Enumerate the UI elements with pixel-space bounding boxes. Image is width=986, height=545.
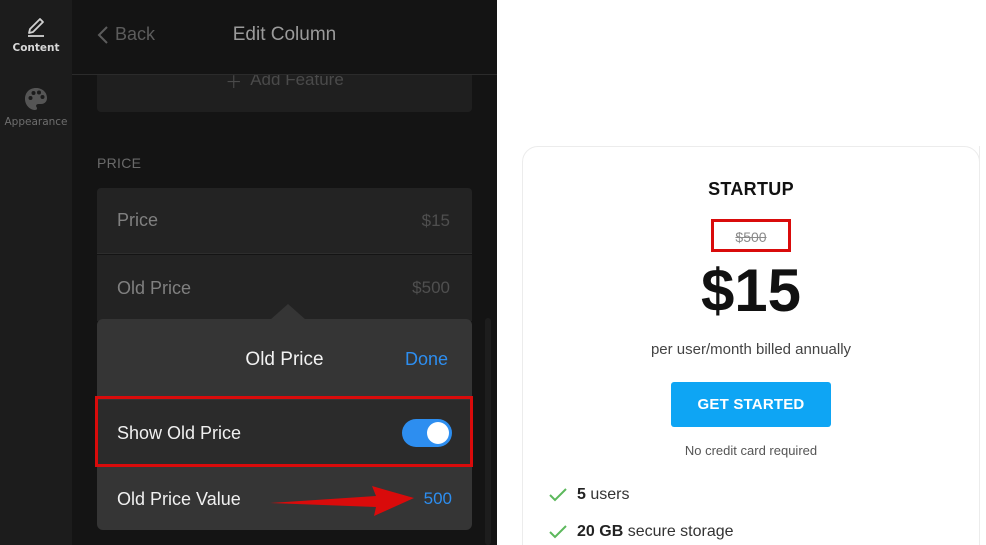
toggle-knob xyxy=(427,422,449,444)
field-value: $500 xyxy=(412,278,450,297)
old-price-value-label: Old Price Value xyxy=(117,488,241,509)
section-label-price: PRICE xyxy=(97,155,142,171)
field-row-price[interactable]: Price $15 xyxy=(97,188,472,254)
feature-item: 20 GB secure storage xyxy=(549,523,734,541)
check-icon xyxy=(549,525,567,539)
check-icon xyxy=(549,488,567,502)
sidebar-item-appearance[interactable]: Appearance xyxy=(0,86,72,128)
field-label: Price xyxy=(117,210,159,230)
field-value: $15 xyxy=(421,210,450,230)
feature-text: 20 GB secure storage xyxy=(577,523,734,541)
show-old-price-label: Show Old Price xyxy=(117,422,242,443)
sidebar-rail: Content Appearance xyxy=(0,0,72,545)
get-started-button[interactable]: GET STARTED xyxy=(671,382,831,427)
feature-value: 5 xyxy=(577,486,586,503)
feature-desc: users xyxy=(590,486,630,503)
feature-item: 5 users xyxy=(549,486,629,504)
palette-icon xyxy=(25,88,47,110)
edit-column-panel: ＋ Add Feature Back Edit Column PRICE Pri… xyxy=(72,0,497,545)
sidebar-item-content[interactable]: Content xyxy=(0,12,72,54)
plan-name: STARTUP xyxy=(708,179,794,199)
pencil-icon xyxy=(28,18,44,37)
field-label: Old Price xyxy=(117,277,192,298)
no-credit-card-note: No credit card required xyxy=(684,443,818,458)
page-title: Edit Column xyxy=(232,24,337,45)
panel-header: Back Edit Column xyxy=(72,0,497,75)
sidebar-item-label: Appearance xyxy=(4,116,68,128)
sidebar-item-label: Content xyxy=(12,42,60,54)
price: $15 xyxy=(700,257,802,324)
billing-text: per user/month billed annually xyxy=(650,341,852,358)
scrollbar[interactable] xyxy=(485,318,491,545)
old-price-value-input[interactable]: 500 xyxy=(424,489,452,509)
done-button[interactable]: Done xyxy=(405,349,448,370)
popover-arrow xyxy=(270,304,306,320)
feature-desc: secure storage xyxy=(627,523,734,540)
pricing-card: STARTUP $500 $15 per user/month billed a… xyxy=(522,146,980,545)
pricing-preview: STARTUP $500 $15 per user/month billed a… xyxy=(497,0,986,545)
old-price: $500 xyxy=(735,229,767,245)
show-old-price-row: Show Old Price xyxy=(97,400,472,466)
annotation-arrow-icon xyxy=(270,486,414,516)
next-card-edge xyxy=(979,146,980,545)
show-old-price-toggle[interactable] xyxy=(402,419,452,447)
feature-text: 5 users xyxy=(577,486,629,504)
feature-value: 20 GB xyxy=(577,523,624,540)
